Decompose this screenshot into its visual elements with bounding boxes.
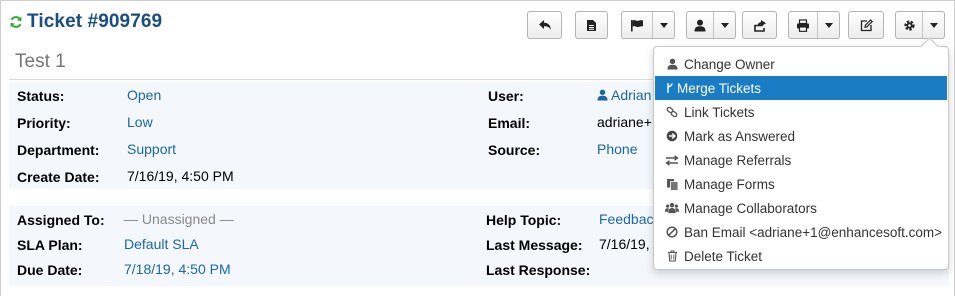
transfer-button[interactable] [742, 11, 777, 39]
user-icon [665, 57, 679, 71]
share-icon [753, 19, 766, 32]
menu-item-delete-ticket[interactable]: Delete Ticket [655, 244, 947, 268]
user-name[interactable]: Adrian [611, 87, 651, 103]
menu-item-label: Link Tickets [684, 104, 755, 120]
user-value[interactable]: Adrian [597, 87, 651, 103]
print-icon [797, 18, 809, 32]
file-button[interactable] [575, 11, 608, 39]
user-icon [694, 19, 706, 31]
settings-button[interactable] [895, 11, 945, 39]
last-message-label: Last Message: [486, 237, 583, 253]
chevron-down-icon [720, 22, 729, 28]
merge-icon [665, 81, 674, 95]
assign-button[interactable] [686, 11, 736, 39]
menu-item-merge-tickets[interactable]: Merge Tickets [655, 76, 947, 100]
link-icon [665, 105, 679, 119]
menu-item-label: Manage Referrals [684, 152, 792, 168]
arrow-circle-icon [665, 129, 679, 143]
chevron-down-icon [929, 22, 938, 28]
user-icon [597, 89, 608, 101]
menu-item-label: Ban Email <adriane+1@enhancesoft.com> [684, 224, 942, 240]
chevron-down-icon [824, 22, 833, 28]
edit-icon [860, 18, 873, 31]
menu-item-manage-forms[interactable]: Manage Forms [655, 172, 947, 196]
gear-icon [903, 19, 915, 31]
edit-button[interactable] [848, 11, 884, 39]
ticket-view: Ticket #909769 Test 1 Status: Open Prior… [0, 0, 955, 296]
chevron-down-icon [659, 22, 668, 28]
menu-item-label: Mark as Answered [684, 128, 796, 144]
menu-item-label: Delete Ticket [684, 248, 763, 264]
flag-icon [631, 19, 643, 31]
due-date-value[interactable]: 7/18/19, 4:50 PM [124, 261, 231, 277]
last-response-label: Last Response: [486, 262, 591, 278]
menu-item-manage-collaborators[interactable]: Manage Collaborators [655, 196, 947, 220]
menu-item-label: Change Owner [684, 56, 775, 72]
refresh-icon[interactable] [9, 15, 23, 29]
exchange-icon [665, 153, 679, 167]
user-label: User: [488, 88, 524, 104]
copy-icon [665, 177, 679, 191]
department-label: Department: [17, 142, 100, 158]
email-value: adriane+ [597, 114, 652, 130]
status-label: Status: [17, 88, 65, 104]
source-label: Source: [488, 142, 541, 158]
file-icon [587, 19, 596, 31]
sla-plan-value[interactable]: Default SLA [124, 236, 199, 252]
menu-item-ban-email[interactable]: Ban Email <adriane+1@enhancesoft.com> [655, 220, 947, 244]
email-label: Email: [488, 115, 531, 131]
menu-item-mark-answered[interactable]: Mark as Answered [655, 124, 947, 148]
menu-item-label: Manage Collaborators [684, 200, 817, 216]
assigned-to-label: Assigned To: [17, 212, 105, 228]
create-date-label: Create Date: [17, 169, 100, 185]
department-value[interactable]: Support [127, 141, 176, 157]
ticket-title[interactable]: Ticket #909769 [27, 11, 162, 33]
help-topic-value[interactable]: Feedbac [599, 211, 653, 227]
status-value[interactable]: Open [127, 87, 161, 103]
trash-icon [665, 249, 679, 263]
create-date-value: 7/16/19, 4:50 PM [127, 168, 234, 184]
ticket-subject: Test 1 [15, 51, 66, 72]
menu-item-label: Manage Forms [684, 176, 775, 192]
menu-item-change-owner[interactable]: Change Owner [655, 52, 947, 76]
menu-item-link-tickets[interactable]: Link Tickets [655, 100, 947, 124]
ban-icon [665, 225, 679, 239]
print-button[interactable] [788, 11, 840, 39]
flag-button[interactable] [621, 11, 675, 39]
settings-dropdown-menu: Change Owner Merge Tickets Link Tickets … [653, 46, 949, 270]
due-date-label: Due Date: [17, 262, 83, 278]
group-icon [665, 201, 679, 215]
sla-plan-label: SLA Plan: [17, 237, 83, 253]
back-button[interactable] [527, 11, 562, 39]
ticket-header: Ticket #909769 [9, 11, 162, 33]
menu-item-label: Merge Tickets [677, 80, 762, 96]
help-topic-label: Help Topic: [486, 212, 562, 228]
reply-icon [538, 20, 551, 30]
last-message-value: 7/16/19, [599, 236, 650, 252]
source-value[interactable]: Phone [597, 141, 637, 157]
assigned-to-value[interactable]: — Unassigned — [124, 211, 234, 227]
menu-item-manage-referrals[interactable]: Manage Referrals [655, 148, 947, 172]
priority-value[interactable]: Low [127, 114, 153, 130]
priority-label: Priority: [17, 115, 71, 131]
